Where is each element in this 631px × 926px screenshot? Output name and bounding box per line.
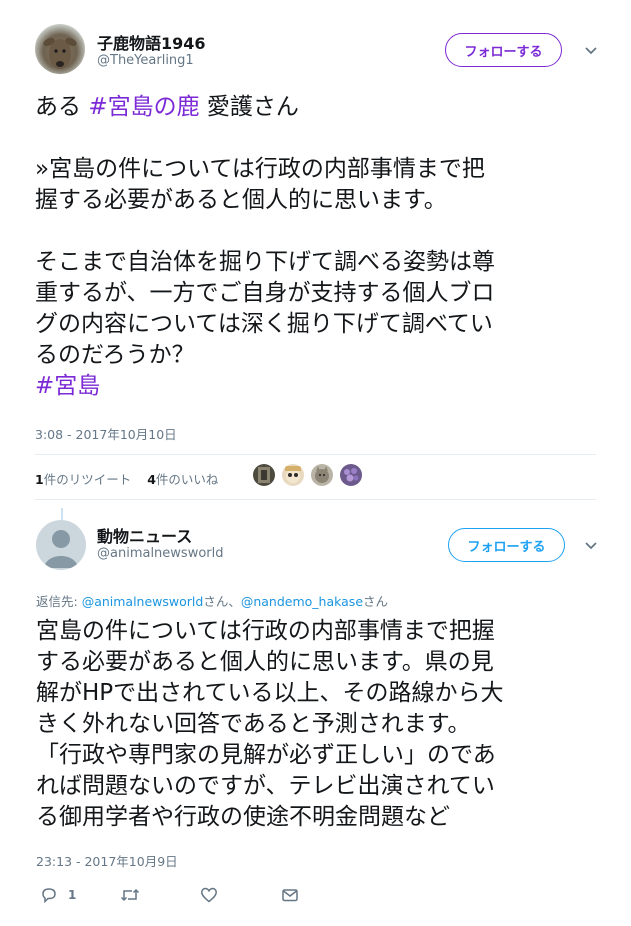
tweet-line: れば問題ないのですが、テレビ出演されてい [36, 773, 495, 799]
tweet-line: きく外れない回答であると予測されます。 [36, 711, 471, 737]
tweet-line: ある #宮島の鹿 愛護さん [35, 94, 299, 120]
tweet-line: 解がHPで出されている以上、その路線から大 [36, 680, 504, 706]
author-handle[interactable]: @TheYearling1 [97, 53, 194, 68]
tweet-line: グの内容については深く掘り下げて調べてい [35, 311, 493, 337]
replying-to: 返信先: @animalnewsworldさん、@nandemo_hakaseさ… [36, 594, 389, 609]
message-icon [282, 889, 298, 902]
stats-row: 1件のリツイート 4件のいいね [35, 469, 218, 488]
like-icon [201, 887, 217, 903]
reply-action[interactable]: 1 [40, 885, 76, 905]
tweet-line: する必要があると個人的に思います。県の見 [36, 649, 494, 675]
tweet-line: る御用学者や行政の使途不明金問題など [36, 804, 450, 830]
reply-author-handle[interactable]: @animalnewsworld [97, 546, 224, 561]
tweet-line: 宮島の件については行政の内部事情まで把握 [36, 618, 495, 644]
thread-connector [61, 508, 63, 520]
tweet-line: 重するが、一方でご自身が支持する個人ブロ [35, 280, 495, 306]
reply-text: 宮島の件については行政の内部事情まで把握 する必要があると個人的に思います。県の… [36, 616, 606, 833]
hashtag-link[interactable]: #宮島 [35, 371, 605, 402]
retweet-action[interactable] [120, 885, 140, 905]
reply-count: 1 [68, 888, 77, 902]
reply-user-link[interactable]: @nandemo_hakase [241, 594, 363, 609]
tweet-line: るのだろうか？ [35, 342, 195, 368]
reply-timestamp[interactable]: 23:13 - 2017年10月9日 [36, 851, 178, 870]
author-name[interactable]: 子鹿物語1946 [97, 30, 206, 54]
tweet-line: 握する必要があると個人的に思います。 [35, 187, 447, 213]
follow-button-label: フォローする [464, 44, 543, 60]
reply-author-avatar[interactable] [36, 520, 86, 570]
liker-avatar[interactable] [253, 464, 275, 486]
reply-user-link[interactable]: @animalnewsworld [82, 594, 204, 609]
reply-author-name[interactable]: 動物ニュース [97, 523, 192, 547]
tweet-timestamp[interactable]: 3:08 - 2017年10月10日 [35, 424, 177, 443]
reply-icon [42, 888, 56, 904]
hashtag-link[interactable]: #宮島の鹿 [88, 94, 199, 120]
divider [35, 454, 596, 455]
retweet-stat[interactable]: 1件のリツイート [35, 472, 131, 487]
tweet-text: ある #宮島の鹿 愛護さん »宮島の件については行政の内部事情まで把 握する必要… [35, 92, 605, 402]
chevron-down-icon[interactable] [582, 539, 600, 553]
liker-avatar[interactable] [282, 464, 304, 486]
follow-button-label: フォローする [467, 539, 546, 555]
like-action[interactable] [200, 885, 218, 905]
chevron-down-icon[interactable] [582, 44, 600, 58]
message-action[interactable] [281, 885, 299, 905]
like-stat[interactable]: 4件のいいね [147, 472, 218, 487]
retweet-icon [120, 888, 140, 902]
author-avatar[interactable] [35, 24, 85, 74]
follow-button[interactable]: フォローする [445, 33, 562, 67]
tweet-line: 「行政や専門家の見解が必ず正しい」のであ [36, 742, 496, 768]
tweet-line: そこまで自治体を掘り下げて調べる姿勢は尊 [35, 249, 495, 275]
divider [35, 499, 596, 500]
tweet-line: »宮島の件については行政の内部事情まで把 [35, 156, 485, 182]
reply-follow-button[interactable]: フォローする [448, 528, 565, 562]
liker-avatar[interactable] [311, 464, 333, 486]
liker-avatar[interactable] [340, 464, 362, 486]
